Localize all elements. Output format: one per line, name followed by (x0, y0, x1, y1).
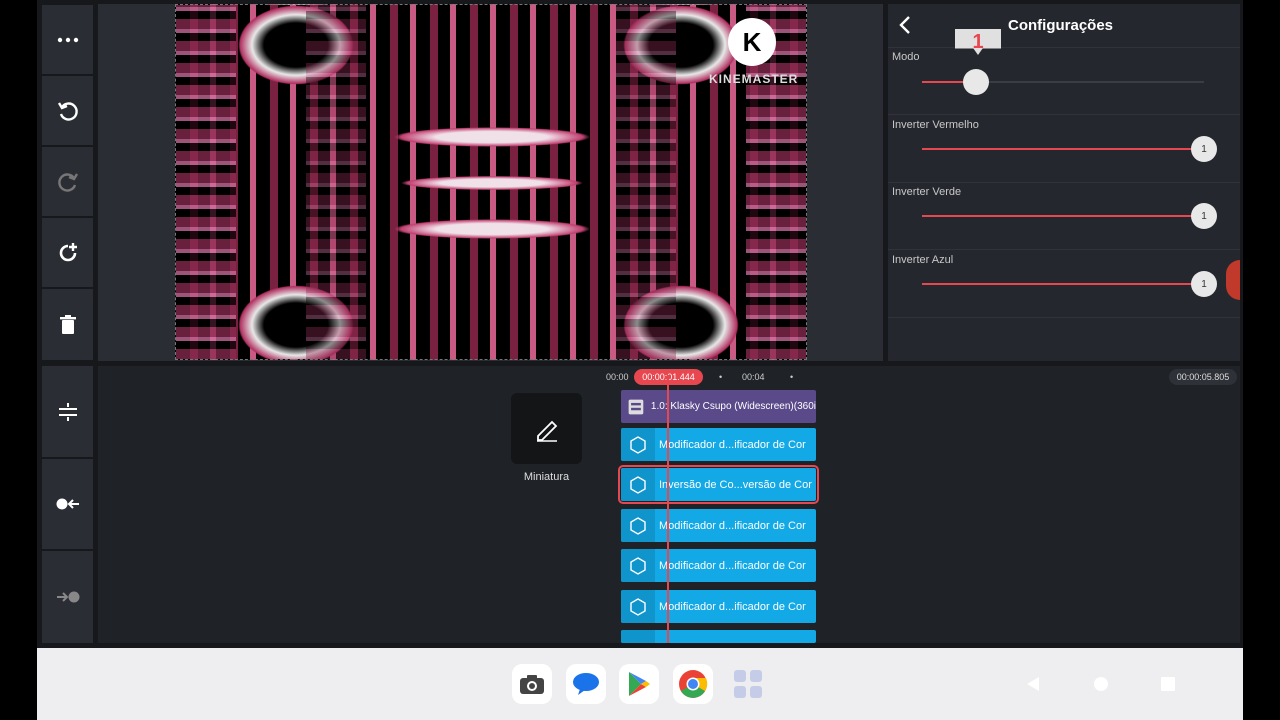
fx-clip[interactable]: Modificador d...ificador de Cor (621, 549, 816, 582)
messages-app[interactable] (566, 664, 606, 704)
tick-dot: • (719, 372, 723, 382)
fx-clip[interactable]: Modificador d...ificador de Cor (621, 428, 816, 461)
divider (888, 114, 1240, 115)
video-clip-icon (628, 399, 644, 414)
inverter-verde-knob[interactable]: 1 (1191, 203, 1217, 229)
inverter-azul-slider[interactable]: 1 (922, 271, 1217, 297)
slider-fill (922, 148, 1204, 150)
inverter-vermelho-knob[interactable]: 1 (1191, 136, 1217, 162)
redo-button[interactable] (42, 147, 93, 216)
fx-clip[interactable]: Modificador d...ificador de Cor (621, 590, 816, 623)
chrome-app[interactable] (673, 664, 713, 704)
slider-fill (922, 283, 1204, 285)
app-drawer-icon (734, 670, 762, 698)
add-rotate-icon (59, 242, 77, 261)
recents-nav-icon[interactable] (1160, 676, 1176, 692)
camera-app[interactable] (512, 664, 552, 704)
inverter-verde-label: Inverter Verde (892, 186, 962, 198)
playhead[interactable] (667, 375, 669, 643)
chrome-icon (679, 670, 708, 698)
fx-icon (630, 516, 646, 535)
fx-clip-label: Inversão de Co...versão de Cor (659, 478, 812, 491)
undo-icon (57, 101, 78, 121)
fx-clip[interactable]: Modificador d...ificador de Cor (621, 509, 816, 542)
play-store-app[interactable] (619, 664, 659, 704)
fx-icon (630, 435, 646, 454)
home-nav-icon[interactable] (1093, 676, 1109, 692)
fx-clip-partial[interactable] (621, 630, 816, 643)
to-start-button[interactable] (42, 459, 93, 549)
fx-icon (630, 475, 646, 494)
main-video-clip[interactable]: 1.0: Klasky Csupo (Widescreen)(360i (621, 390, 816, 423)
fx-clip-label: Modificador d...ificador de Cor (659, 559, 806, 572)
thumbnail-button[interactable] (511, 393, 582, 464)
camera-icon (520, 675, 544, 694)
split-icon (58, 402, 77, 421)
inverter-vermelho-slider[interactable]: 1 (922, 136, 1217, 162)
app-drawer[interactable] (728, 664, 768, 704)
divider (888, 182, 1240, 183)
logo-letter: K (742, 26, 762, 57)
messages-icon (573, 673, 599, 695)
divider (888, 47, 1240, 48)
slider-fill (922, 215, 1204, 217)
back-icon[interactable] (898, 15, 912, 35)
more-icon (57, 37, 78, 42)
back-nav-icon[interactable] (1025, 676, 1041, 692)
inverter-azul-knob[interactable]: 1 (1191, 271, 1217, 297)
floating-handle[interactable] (1226, 260, 1240, 300)
add-rotate-button[interactable] (42, 218, 93, 287)
timecode-start: 00:00 (606, 372, 629, 382)
fx-clip-label: Modificador d...ificador de Cor (659, 438, 806, 451)
kinemaster-logo: K (728, 18, 776, 66)
timecode-total: 00:00:05.805 (1169, 369, 1237, 385)
modo-label: Modo (892, 51, 920, 63)
fx-clip-label: Modificador d...ificador de Cor (659, 519, 806, 532)
to-start-icon (56, 498, 79, 510)
kinemaster-watermark: KINEMASTER (709, 72, 799, 86)
modo-slider[interactable] (922, 69, 1204, 95)
thumbnail-label: Miniatura (523, 471, 570, 483)
fx-icon (630, 556, 646, 575)
to-end-icon (56, 591, 79, 603)
inverter-azul-label: Inverter Azul (892, 254, 954, 266)
video-preview[interactable] (175, 4, 807, 360)
delete-icon (59, 314, 76, 334)
inverter-vermelho-label: Inverter Vermelho (892, 119, 979, 131)
fx-clip-label: Modificador d...ificador de Cor (659, 600, 806, 613)
fx-clip-selected[interactable]: Inversão de Co...versão de Cor (618, 465, 819, 504)
split-button[interactable] (42, 366, 93, 457)
main-clip-label: 1.0: Klasky Csupo (Widescreen)(360i (650, 401, 816, 412)
panel-title: Configurações (1008, 17, 1114, 34)
inverter-verde-slider[interactable]: 1 (922, 203, 1217, 229)
tick-dot: • (790, 372, 794, 382)
modo-slider-knob[interactable] (962, 69, 989, 95)
divider (888, 317, 1240, 318)
delete-button[interactable] (42, 289, 93, 360)
timecode-mid: 00:04 (742, 372, 765, 382)
pencil-icon (536, 420, 557, 442)
divider (888, 249, 1240, 250)
more-button[interactable] (42, 5, 93, 74)
to-end-button[interactable] (42, 551, 93, 643)
play-store-icon (629, 672, 650, 696)
undo-button[interactable] (42, 76, 93, 145)
fx-icon (630, 597, 646, 616)
redo-icon (57, 172, 78, 192)
